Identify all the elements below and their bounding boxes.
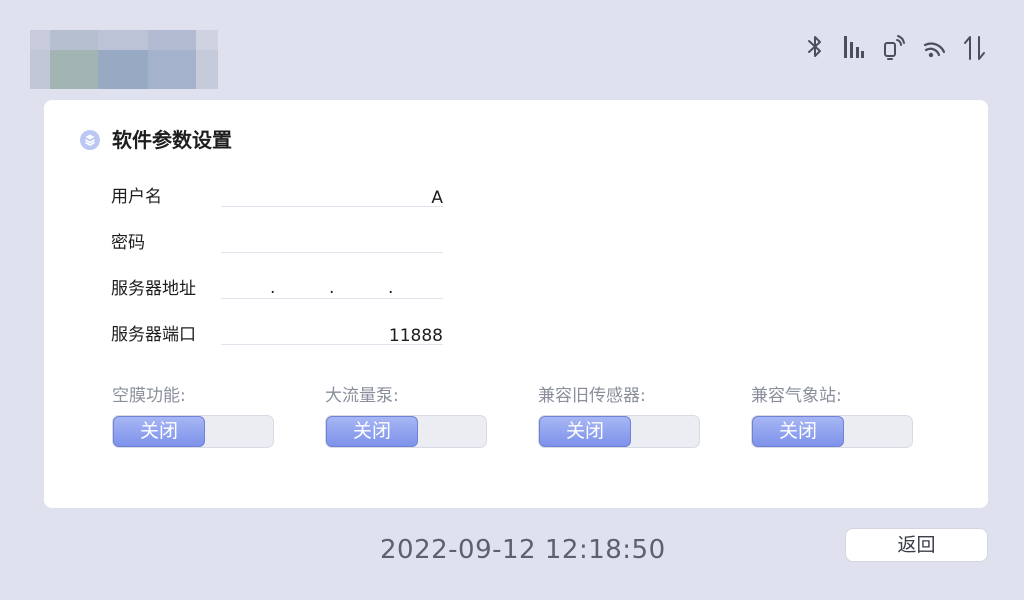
username-label: 用户名 <box>111 187 162 207</box>
empty-film-toggle-state: 关闭 <box>113 416 205 447</box>
current-datetime: 2022-09-12 12:18:50 <box>380 535 666 565</box>
server-port-underline <box>221 344 443 345</box>
app-logo <box>30 30 218 89</box>
legacy-sensor-label: 兼容旧传感器: <box>538 386 646 406</box>
settings-badge-icon <box>80 130 100 150</box>
high-flow-pump-toggle[interactable]: 关闭 <box>325 415 487 448</box>
legacy-sensor-toggle-state: 关闭 <box>539 416 631 447</box>
weather-station-label: 兼容气象站: <box>751 386 842 406</box>
high-flow-pump-label: 大流量泵: <box>325 386 399 406</box>
signal-bars-icon <box>844 36 864 58</box>
wifi-signal-icon <box>923 42 946 58</box>
status-bar <box>800 34 990 62</box>
weather-station-toggle-state: 关闭 <box>752 416 844 447</box>
back-button[interactable]: 返回 <box>845 528 988 562</box>
empty-film-label: 空膜功能: <box>112 386 186 406</box>
server-port-label: 服务器端口 <box>111 325 196 345</box>
page-title: 软件参数设置 <box>112 128 232 152</box>
empty-film-toggle[interactable]: 关闭 <box>112 415 274 448</box>
legacy-sensor-toggle[interactable]: 关闭 <box>538 415 700 448</box>
server-address-label: 服务器地址 <box>111 279 196 299</box>
server-address-input[interactable]: . . . <box>221 276 443 300</box>
device-signal-icon <box>884 35 905 60</box>
bluetooth-icon <box>808 36 821 57</box>
password-underline <box>221 252 443 253</box>
high-flow-pump-toggle-state: 关闭 <box>326 416 418 447</box>
server-address-underline <box>221 298 443 299</box>
username-underline <box>221 206 443 207</box>
password-label: 密码 <box>111 233 145 253</box>
data-transfer-icon <box>964 36 985 60</box>
weather-station-toggle[interactable]: 关闭 <box>751 415 913 448</box>
